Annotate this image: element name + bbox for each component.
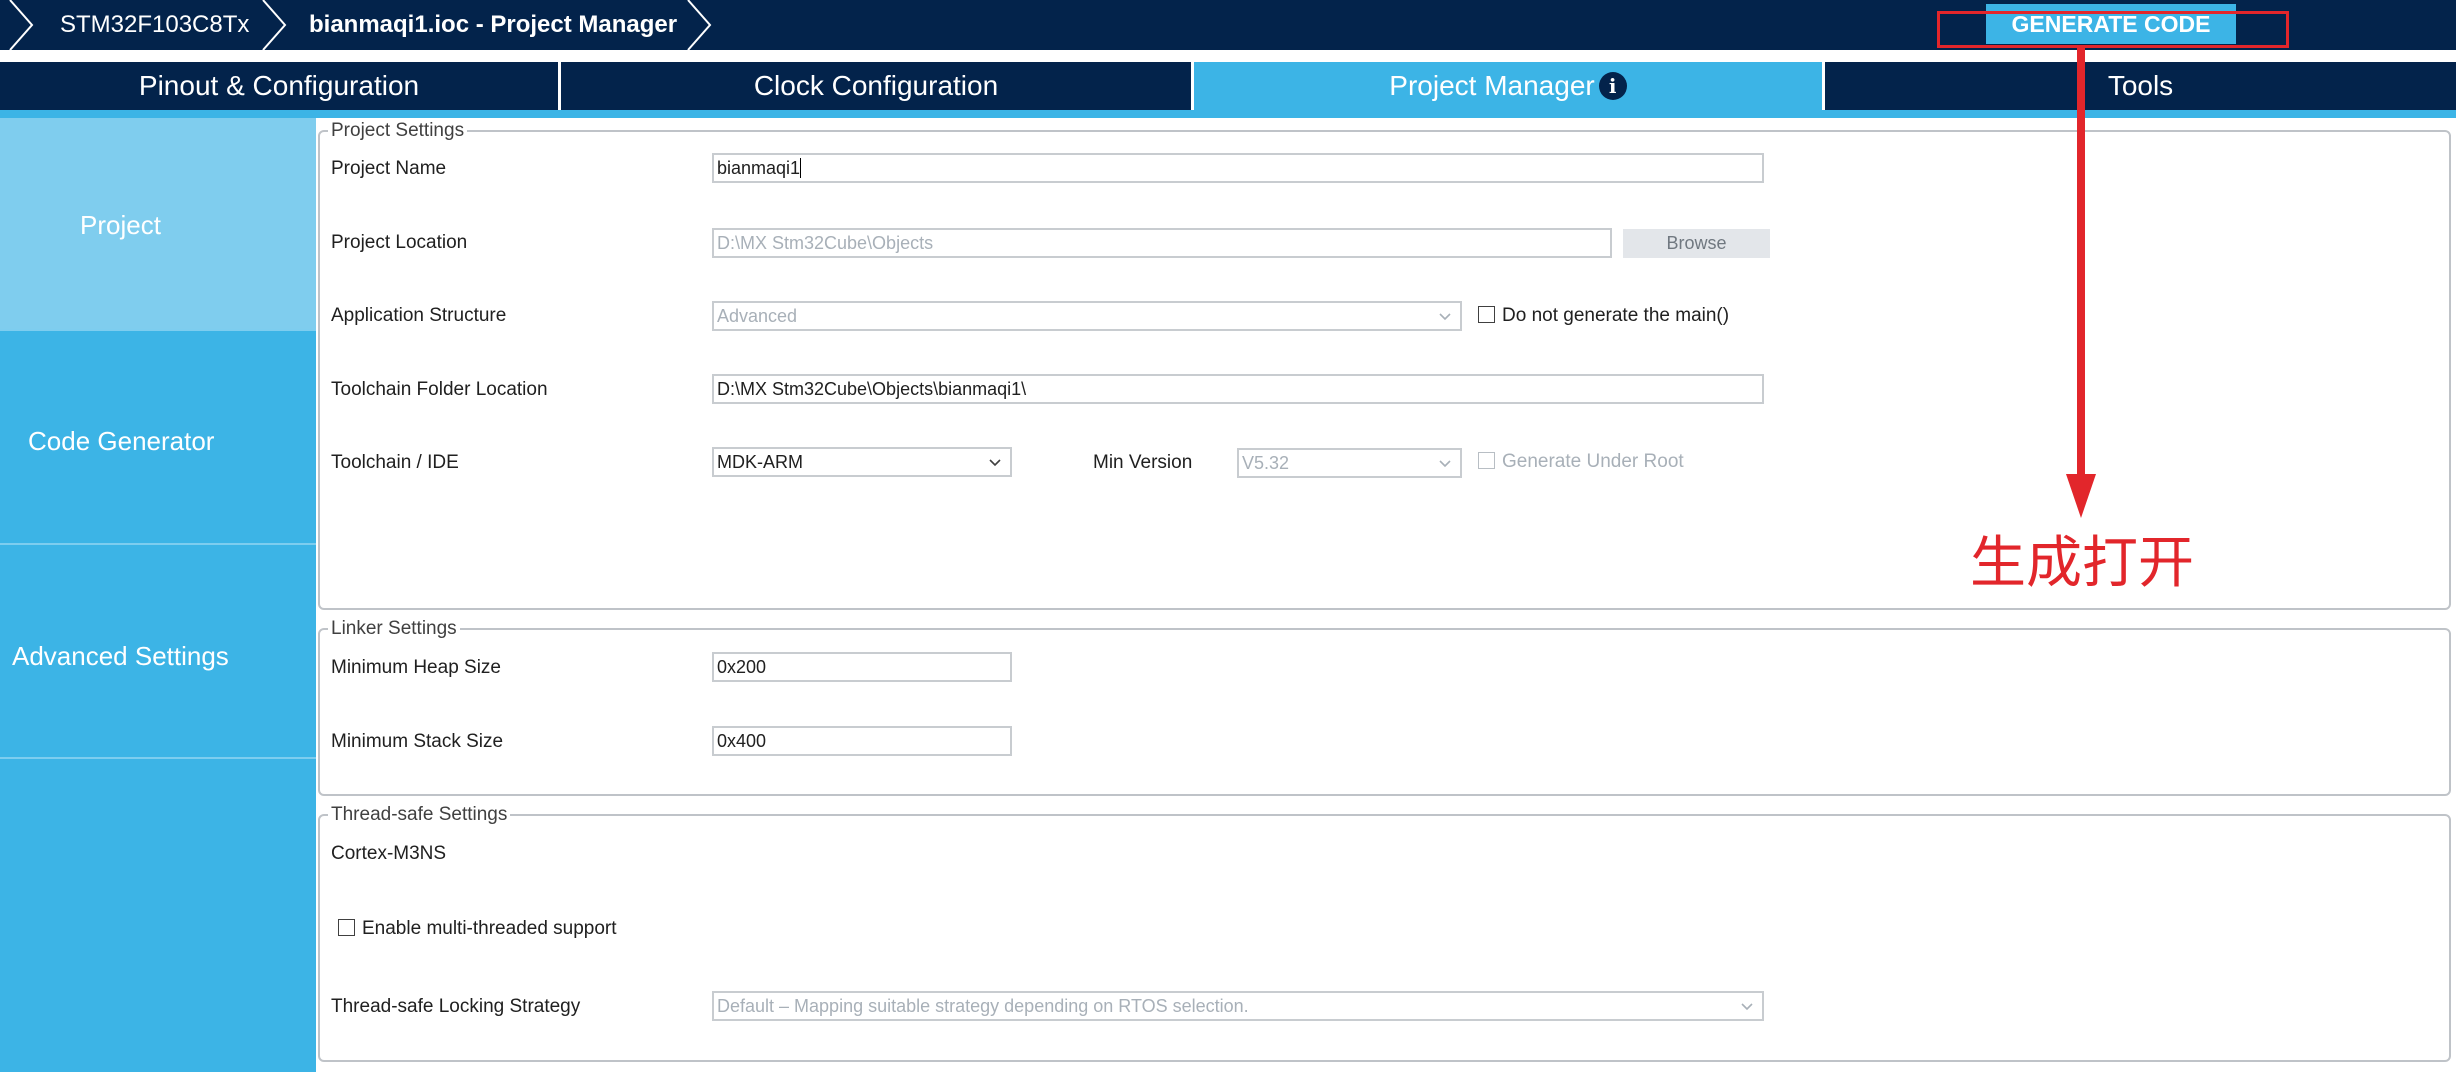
generate-code-button[interactable]: GENERATE CODE: [1986, 4, 2236, 44]
sidebar-item-project[interactable]: Project: [0, 118, 316, 331]
text-cursor: [800, 158, 802, 178]
locking-strategy-label: Thread-safe Locking Strategy: [331, 996, 581, 1017]
tab-label: Project Manager: [1389, 70, 1595, 101]
toolchain-ide-label: Toolchain / IDE: [331, 452, 459, 473]
sidebar-item-label: Code Generator: [28, 426, 215, 456]
generate-under-root-checkbox[interactable]: [1478, 452, 1495, 469]
app-structure-select[interactable]: Advanced: [712, 301, 1462, 331]
multithread-checkbox[interactable]: [338, 919, 355, 936]
tab-label: Tools: [2107, 70, 2174, 101]
project-name-value: bianmaqi1: [717, 158, 801, 178]
annotation-text: 生成打开: [1970, 531, 2194, 596]
breadcrumb-project[interactable]: bianmaqi1.ioc - Project Manager: [309, 0, 677, 50]
project-name-label: Project Name: [331, 158, 447, 179]
linker-settings-group: Linker Settings: [318, 619, 2451, 796]
locking-strategy-value: Default – Mapping suitable strategy depe…: [717, 996, 1249, 1016]
sidebar: Project Code Generator Advanced Settings: [0, 118, 316, 1072]
main-tabs: Pinout & Configuration Clock Configurati…: [0, 62, 2456, 110]
tab-label: Pinout & Configuration: [138, 70, 420, 101]
tab-label: Clock Configuration: [753, 70, 999, 101]
toolchain-ide-value: MDK-ARM: [717, 452, 803, 472]
tab-tools[interactable]: Tools: [1825, 62, 2456, 110]
breadcrumb-chevron-icon: [687, 0, 712, 50]
stack-size-input[interactable]: 0x400: [712, 726, 1012, 756]
tab-underline: [0, 110, 2456, 118]
min-version-value: V5.32: [1242, 453, 1290, 473]
min-version-label: Min Version: [1093, 452, 1193, 473]
no-main-label: Do not generate the main(): [1502, 305, 1730, 326]
min-version-select[interactable]: V5.32: [1237, 448, 1462, 478]
project-location-input[interactable]: D:\MX Stm32Cube\Objects: [712, 228, 1612, 258]
thread-safe-settings-group: Thread-safe Settings: [318, 805, 2451, 1062]
top-bar: STM32F103C8Tx bianmaqi1.ioc - Project Ma…: [0, 0, 2456, 50]
heap-size-label: Minimum Heap Size: [331, 657, 501, 678]
multithread-label: Enable multi-threaded support: [362, 918, 617, 939]
chevron-down-icon: [1439, 313, 1451, 321]
no-main-checkbox[interactable]: [1478, 306, 1495, 323]
toolchain-folder-label: Toolchain Folder Location: [331, 379, 548, 400]
breadcrumb-chevron-icon: [9, 0, 34, 50]
locking-strategy-select[interactable]: Default – Mapping suitable strategy depe…: [712, 991, 1764, 1021]
breadcrumb-device[interactable]: STM32F103C8Tx: [60, 0, 249, 50]
sidebar-item-code-generator[interactable]: Code Generator: [0, 331, 316, 545]
toolchain-folder-input[interactable]: D:\MX Stm32Cube\Objects\bianmaqi1\: [712, 374, 1764, 404]
linker-settings-legend: Linker Settings: [328, 619, 460, 639]
project-name-input[interactable]: bianmaqi1: [712, 153, 1764, 183]
toolchain-ide-select[interactable]: MDK-ARM: [712, 447, 1012, 477]
app-structure-value: Advanced: [717, 306, 798, 326]
tab-pinout-configuration[interactable]: Pinout & Configuration: [0, 62, 558, 110]
breadcrumb-chevron-icon: [262, 0, 287, 50]
chevron-down-icon: [1439, 460, 1451, 468]
sidebar-item-label: Advanced Settings: [12, 641, 229, 671]
sidebar-item-advanced-settings[interactable]: Advanced Settings: [0, 545, 316, 759]
no-main-checkbox-row[interactable]: Do not generate the main(): [1478, 305, 1729, 327]
thread-safe-settings-legend: Thread-safe Settings: [328, 805, 511, 825]
generate-under-root-checkbox-row[interactable]: Generate Under Root: [1478, 451, 1684, 473]
generate-under-root-label: Generate Under Root: [1502, 451, 1684, 472]
browse-button[interactable]: Browse: [1623, 229, 1770, 258]
core-label: Cortex-M3NS: [331, 843, 447, 864]
chevron-down-icon: [989, 459, 1001, 467]
tab-project-manager[interactable]: Project Manager i: [1194, 62, 1822, 110]
heap-size-input[interactable]: 0x200: [712, 652, 1012, 682]
tab-clock-configuration[interactable]: Clock Configuration: [561, 62, 1191, 110]
info-icon[interactable]: i: [1598, 72, 1627, 100]
project-settings-legend: Project Settings: [328, 121, 468, 141]
stack-size-label: Minimum Stack Size: [331, 731, 504, 752]
multithread-checkbox-row[interactable]: Enable multi-threaded support: [338, 918, 617, 940]
chevron-down-icon: [1741, 1003, 1753, 1011]
app-structure-label: Application Structure: [331, 305, 507, 326]
project-location-label: Project Location: [331, 232, 468, 253]
